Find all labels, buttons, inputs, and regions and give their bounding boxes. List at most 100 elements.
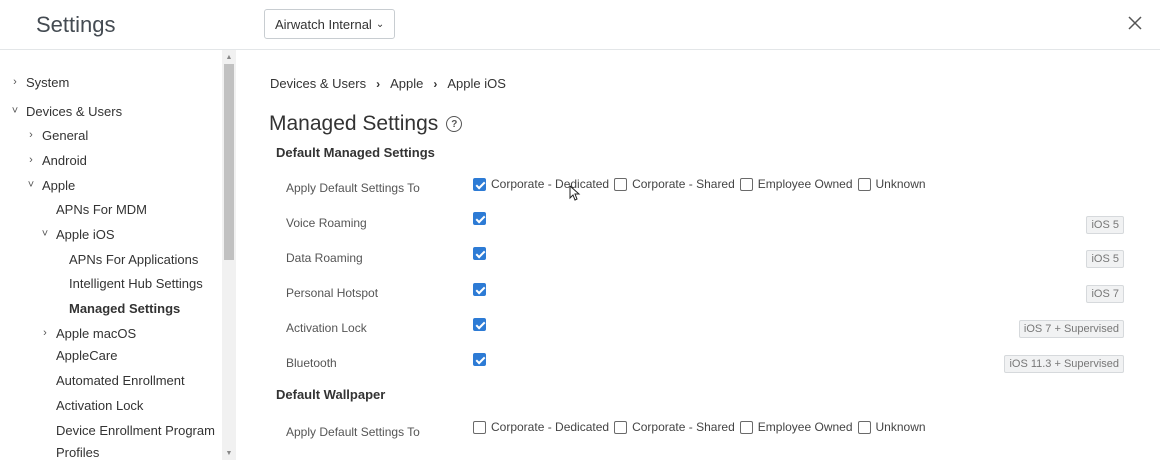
checkbox-corporate-dedicated[interactable] bbox=[473, 177, 486, 191]
sidebar-item-devices-users[interactable]: ˅ Devices & Users bbox=[10, 100, 122, 122]
os-version-badge: iOS 11.3 + Supervised bbox=[1004, 355, 1124, 373]
wallpaper-apply-options: Corporate - Dedicated Corporate - Shared… bbox=[473, 420, 931, 434]
sidebar-item-device-enrollment-program[interactable]: Device Enrollment Program bbox=[56, 419, 215, 441]
chevron-down-icon: ˅ bbox=[27, 179, 35, 191]
close-button[interactable] bbox=[1124, 12, 1146, 34]
checkbox-employee-owned[interactable] bbox=[739, 177, 753, 191]
section-title-default-managed-settings: Default Managed Settings bbox=[276, 145, 435, 160]
sidebar-item-label: Managed Settings bbox=[69, 300, 181, 316]
data-roaming-label: Data Roaming bbox=[286, 251, 363, 265]
scroll-down-arrow-icon[interactable]: ▼ bbox=[222, 446, 236, 460]
option-label: Corporate - Shared bbox=[632, 420, 735, 434]
option-employee-owned[interactable]: Employee Owned bbox=[739, 177, 853, 191]
option-label: Unknown bbox=[875, 177, 926, 191]
breadcrumb: Devices & Users › Apple › Apple iOS bbox=[270, 76, 506, 91]
sidebar-item-label: APNs For Applications bbox=[69, 251, 199, 267]
breadcrumb-separator-icon: › bbox=[433, 76, 438, 91]
option-label: Corporate - Dedicated bbox=[491, 420, 610, 434]
option-corporate-shared[interactable]: Corporate - Shared bbox=[614, 177, 735, 191]
chevron-right-icon: › bbox=[13, 76, 17, 88]
organization-group-label: Airwatch Internal bbox=[275, 16, 372, 32]
option-label: Corporate - Dedicated bbox=[491, 177, 610, 191]
sidebar-item-system[interactable]: › System bbox=[10, 71, 69, 93]
option-label: Employee Owned bbox=[757, 177, 853, 191]
chevron-right-icon: › bbox=[29, 154, 33, 166]
sidebar-item-profiles[interactable]: Profiles bbox=[56, 441, 99, 460]
option-corporate-dedicated[interactable]: Corporate - Dedicated bbox=[473, 177, 609, 191]
wallpaper-option-employee-owned[interactable]: Employee Owned bbox=[739, 420, 853, 434]
chevron-down-icon: ˅ bbox=[41, 228, 49, 240]
organization-group-dropdown[interactable]: Airwatch Internal ⌄ bbox=[264, 9, 396, 39]
sidebar-item-android[interactable]: › Android bbox=[26, 149, 87, 171]
sidebar-nav: › System ˅ Devices & Users › General › A… bbox=[0, 50, 222, 460]
sidebar-item-label: AppleCare bbox=[56, 347, 118, 363]
close-icon bbox=[1128, 16, 1142, 30]
data-roaming-checkbox[interactable] bbox=[473, 247, 486, 260]
chevron-down-icon: ⌄ bbox=[375, 19, 385, 30]
sidebar-item-label: Automated Enrollment bbox=[56, 372, 185, 388]
personal-hotspot-checkbox[interactable] bbox=[473, 283, 486, 296]
checkbox-corporate-dedicated[interactable] bbox=[473, 420, 486, 434]
activation-lock-label: Activation Lock bbox=[286, 321, 367, 335]
os-version-badge: iOS 7 bbox=[1086, 285, 1124, 303]
breadcrumb-item-apple-ios[interactable]: Apple iOS bbox=[447, 76, 506, 91]
option-label: Unknown bbox=[875, 420, 926, 434]
sidebar-item-activation-lock[interactable]: Activation Lock bbox=[56, 394, 143, 416]
wallpaper-option-unknown[interactable]: Unknown bbox=[857, 420, 926, 434]
checkbox-unknown[interactable] bbox=[857, 420, 871, 434]
sidebar-item-label: Profiles bbox=[56, 444, 100, 460]
bluetooth-checkbox[interactable] bbox=[473, 353, 486, 366]
sidebar-item-label: Activation Lock bbox=[56, 397, 144, 413]
scrollbar-thumb[interactable] bbox=[224, 64, 234, 260]
wallpaper-option-corporate-dedicated[interactable]: Corporate - Dedicated bbox=[473, 420, 609, 434]
help-icon[interactable]: ? bbox=[446, 116, 463, 132]
os-version-badge: iOS 7 + Supervised bbox=[1018, 320, 1124, 338]
sidebar-item-label: APNs For MDM bbox=[56, 201, 147, 217]
sidebar-item-applecare[interactable]: AppleCare bbox=[56, 344, 117, 366]
sidebar-item-apns-for-mdm[interactable]: APNs For MDM bbox=[56, 198, 147, 220]
os-version-badge: iOS 5 bbox=[1086, 250, 1124, 268]
app-title: Settings bbox=[36, 12, 116, 37]
personal-hotspot-label: Personal Hotspot bbox=[286, 286, 379, 300]
voice-roaming-checkbox[interactable] bbox=[473, 212, 486, 225]
bluetooth-label: Bluetooth bbox=[286, 356, 337, 370]
chevron-right-icon: › bbox=[29, 129, 33, 141]
sidebar-item-label: Apple iOS bbox=[56, 226, 115, 242]
chevron-right-icon: › bbox=[43, 327, 47, 339]
sidebar-item-label: General bbox=[42, 127, 89, 143]
option-unknown[interactable]: Unknown bbox=[857, 177, 926, 191]
sidebar-item-automated-enrollment[interactable]: Automated Enrollment bbox=[56, 369, 185, 391]
checkbox-corporate-shared[interactable] bbox=[614, 420, 628, 434]
breadcrumb-separator-icon: › bbox=[376, 76, 381, 91]
option-label: Corporate - Shared bbox=[632, 177, 735, 191]
checkbox-employee-owned[interactable] bbox=[739, 420, 753, 434]
sidebar-item-label: Apple bbox=[42, 177, 76, 193]
scroll-up-arrow-icon[interactable]: ▲ bbox=[222, 50, 236, 64]
voice-roaming-label: Voice Roaming bbox=[286, 216, 367, 230]
breadcrumb-item-apple[interactable]: Apple bbox=[390, 76, 423, 91]
wallpaper-apply-default-settings-label: Apply Default Settings To bbox=[286, 425, 420, 439]
checkbox-corporate-shared[interactable] bbox=[614, 177, 628, 191]
activation-lock-checkbox[interactable] bbox=[473, 318, 486, 331]
sidebar-item-apns-for-applications[interactable]: APNs For Applications bbox=[69, 248, 198, 270]
header-bar: Settings Airwatch Internal ⌄ bbox=[0, 0, 1160, 50]
chevron-down-icon: ˅ bbox=[11, 105, 19, 117]
os-version-badge: iOS 5 bbox=[1086, 216, 1124, 234]
sidebar-item-intelligent-hub-settings[interactable]: Intelligent Hub Settings bbox=[69, 272, 203, 294]
sidebar-item-apple[interactable]: ˅ Apple bbox=[26, 174, 75, 196]
sidebar-item-apple-macos[interactable]: › Apple macOS bbox=[40, 322, 136, 344]
sidebar-item-general[interactable]: › General bbox=[26, 124, 88, 146]
option-label: Employee Owned bbox=[757, 420, 853, 434]
sidebar-item-label: Devices & Users bbox=[26, 103, 123, 119]
breadcrumb-item-devices-users[interactable]: Devices & Users bbox=[270, 76, 366, 91]
sidebar-item-managed-settings[interactable]: Managed Settings bbox=[69, 297, 180, 319]
apply-default-settings-options: Corporate - Dedicated Corporate - Shared… bbox=[473, 177, 931, 191]
section-title-default-wallpaper: Default Wallpaper bbox=[276, 387, 386, 402]
mouse-pointer-icon bbox=[569, 185, 581, 201]
sidebar-item-label: System bbox=[26, 74, 70, 90]
checkbox-unknown[interactable] bbox=[857, 177, 871, 191]
sidebar-item-apple-ios[interactable]: ˅ Apple iOS bbox=[40, 223, 115, 245]
page-title-text: Managed Settings bbox=[269, 112, 439, 135]
wallpaper-option-corporate-shared[interactable]: Corporate - Shared bbox=[614, 420, 735, 434]
sidebar-scrollbar[interactable]: ▲ ▼ bbox=[222, 50, 236, 460]
